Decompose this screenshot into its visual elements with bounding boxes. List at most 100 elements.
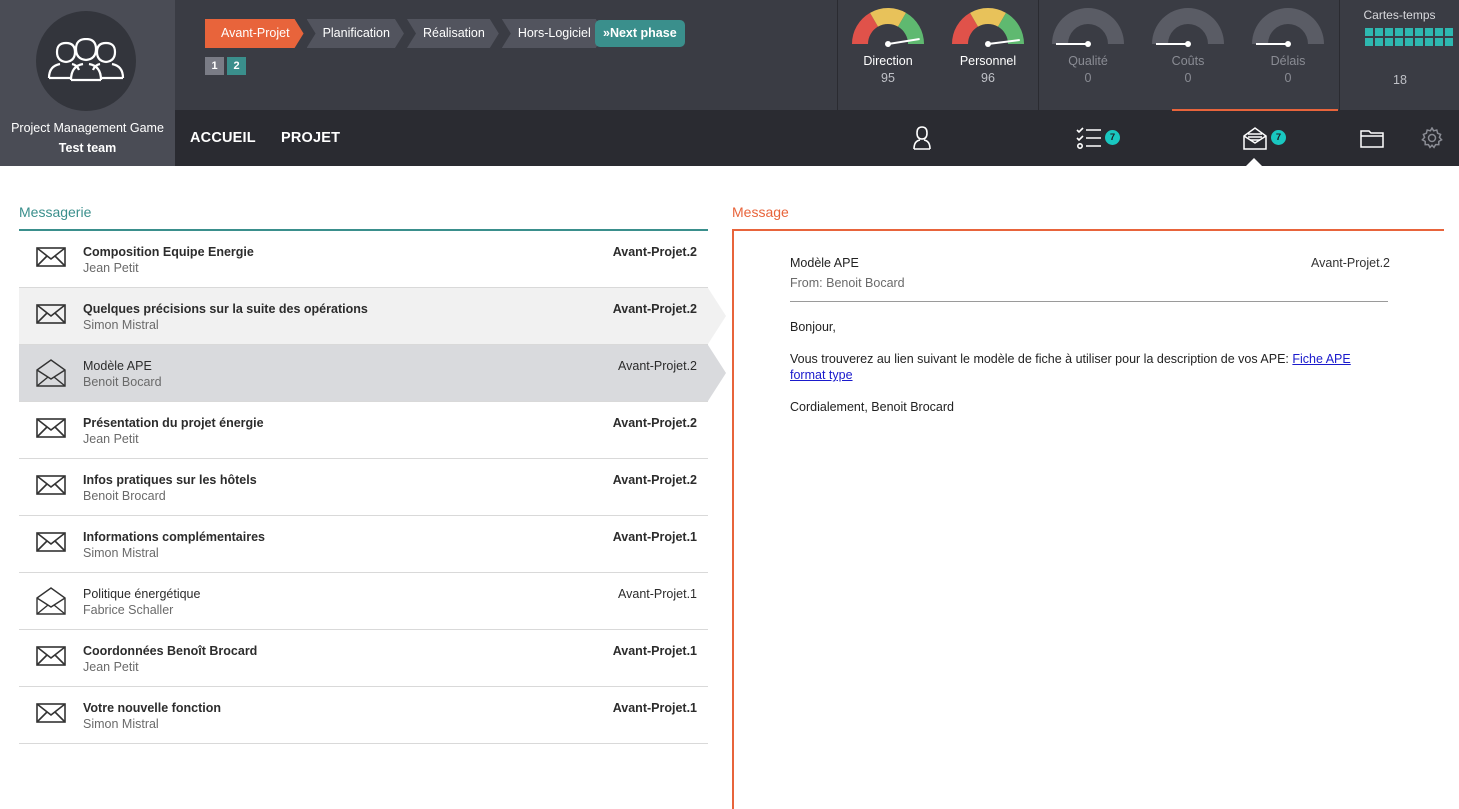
gauges-divider [1038,0,1039,110]
next-phase-button[interactable]: »Next phase [595,20,685,47]
documents-button[interactable] [1339,110,1404,166]
gauge-value: 96 [981,71,995,85]
gauge-dial [1052,8,1124,47]
message-divider [790,301,1388,302]
message-row-phase: Avant-Projet.1 [612,530,697,544]
gauge-dial [1252,8,1324,47]
message-row-subject: Quelques précisions sur la suite des opé… [83,302,368,316]
messagerie-title: Messagerie [19,204,92,220]
nav-accueil[interactable]: ACCUEIL [190,130,256,146]
open-envelope-icon [36,359,66,392]
message-row-phase: Avant-Projet.1 [612,701,697,715]
timecard [1365,38,1373,46]
timecard [1395,28,1403,36]
gauge-dial [952,8,1024,47]
message-row[interactable]: Composition Equipe Energie Jean Petit Av… [19,231,708,288]
settings-button[interactable] [1405,110,1459,166]
message-row[interactable]: Présentation du projet énergie Jean Peti… [19,402,708,459]
timecard [1405,28,1413,36]
gauge-label: Coûts [1171,54,1205,68]
timecard [1425,28,1433,36]
message-body: Bonjour, Vous trouverez au lien suivant … [790,319,1388,431]
timecard [1415,28,1423,36]
message-row[interactable]: Infos pratiques sur les hôtels Benoit Br… [19,459,708,516]
message-row-sender: Simon Mistral [83,318,159,332]
message-row-sender: Benoit Bocard [83,375,162,389]
gauge-value: 0 [1284,71,1292,85]
row-arrow [708,288,726,344]
folder-icon [1359,130,1384,148]
message-row-sender: Jean Petit [83,660,139,674]
timecards-grid [1365,28,1453,46]
sub-step-2[interactable]: 2 [227,57,246,75]
profile-button[interactable] [838,110,1005,166]
nav-projet[interactable]: PROJET [281,130,340,146]
message-signoff: Cordialement, Benoit Brocard [790,400,954,414]
message-row-phase: Avant-Projet.1 [618,587,697,601]
checklist-icon [1075,127,1101,149]
envelope-icon [36,245,66,274]
timecard [1375,28,1383,36]
gauge-label: Délais [1270,54,1306,68]
message-title: Message [732,204,789,220]
messages-badge: 7 [1271,130,1286,145]
envelope-icon [36,302,66,331]
row-arrow [708,345,726,401]
gauge-dial [1152,8,1224,47]
message-row-subject: Informations complémentaires [83,530,265,544]
message-row[interactable]: Modèle APE Benoit Bocard Avant-Projet.2 [19,345,726,402]
envelope-icon [36,701,66,730]
message-paragraph: Vous trouverez au lien suivant le modèle… [790,351,1388,383]
message-panel: Modèle APE Avant-Projet.2 From: Benoit B… [732,229,1444,809]
tasks-badge: 7 [1105,130,1120,145]
timecard [1445,28,1453,36]
message-phase: Avant-Projet.2 [1311,256,1390,270]
message-row-subject: Modèle APE [83,359,152,373]
tasks-button[interactable]: 7 [1005,110,1172,166]
user-icon [912,126,931,150]
phase-planification[interactable]: Planification [307,19,404,48]
phase-avant-projet[interactable]: Avant-Projet [205,19,304,48]
message-row-phase: Avant-Projet.2 [612,416,697,430]
gauge-1: Personnel 96 [948,8,1028,85]
double-chevron-right-icon: » [603,26,610,40]
open-envelope-icon [36,587,66,620]
sub-step-selector: 1 2 [205,57,246,75]
timecard [1435,28,1443,36]
message-row-sender: Jean Petit [83,261,139,275]
gauge-2: Qualité 0 [1048,8,1128,85]
timecard [1445,38,1453,46]
envelope-icon [36,473,66,502]
message-row-subject: Votre nouvelle fonction [83,701,221,715]
message-row-phase: Avant-Projet.2 [618,359,697,373]
message-row[interactable]: Informations complémentaires Simon Mistr… [19,516,708,573]
envelope-icon [36,416,66,445]
message-row[interactable]: Votre nouvelle fonction Simon Mistral Av… [19,687,708,744]
gauge-0: Direction 95 [848,8,928,85]
message-row[interactable]: Coordonnées Benoît Brocard Jean Petit Av… [19,630,708,687]
phase-hors-logiciel[interactable]: Hors-Logiciel [502,19,605,48]
message-row[interactable]: Politique énergétique Fabrice Schaller A… [19,573,708,630]
team-block: Project Management Game Test team [0,0,175,166]
message-row[interactable]: Quelques précisions sur la suite des opé… [19,288,726,345]
open-mail-icon [1243,127,1267,150]
phase-realisation[interactable]: Réalisation [407,19,499,48]
timecard [1395,38,1403,46]
timecard [1365,28,1373,36]
gauge-label: Direction [863,54,913,68]
sub-step-1[interactable]: 1 [205,57,224,75]
gear-icon [1421,127,1443,149]
message-row-phase: Avant-Projet.2 [612,473,697,487]
game-title: Project Management Game [11,121,164,135]
gauge-label: Qualité [1068,54,1108,68]
timecard [1435,38,1443,46]
timecard [1405,38,1413,46]
gauge-value: 95 [881,71,895,85]
message-row-sender: Jean Petit [83,432,139,446]
active-tab-indicator [1172,109,1338,111]
message-row-subject: Coordonnées Benoît Brocard [83,644,258,658]
message-row-phase: Avant-Projet.2 [612,245,697,259]
message-greeting: Bonjour, [790,320,836,334]
gauge-dial [852,8,924,47]
message-row-sender: Benoit Brocard [83,489,166,503]
